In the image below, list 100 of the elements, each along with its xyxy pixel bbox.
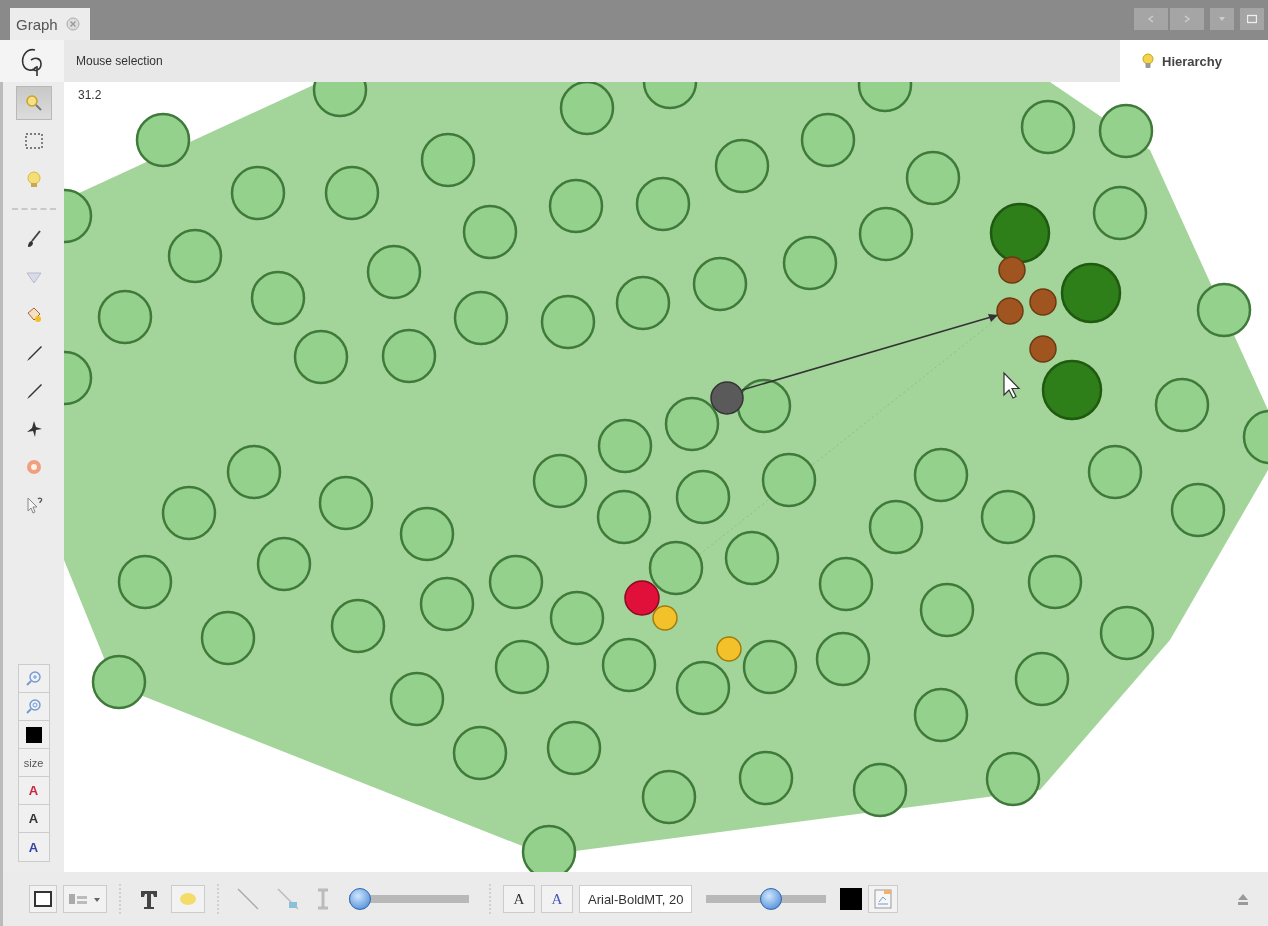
graph-node (905, 150, 961, 206)
graph-node (532, 453, 588, 509)
mouse-pointer-icon (1003, 371, 1021, 399)
rectangle-select-icon (23, 131, 44, 151)
zoom-in-button[interactable] (18, 665, 49, 693)
graph-node (64, 188, 93, 244)
layout-dropdown-button[interactable] (63, 885, 107, 913)
graph-node (494, 639, 550, 695)
graph-node (1154, 377, 1210, 433)
graph-node (996, 297, 1024, 325)
font-selector[interactable]: Arial-BoldMT, 20 (579, 885, 693, 913)
graph-node (1029, 288, 1057, 316)
text-cursor-icon (315, 887, 331, 911)
label-button[interactable]: A (18, 777, 49, 805)
graph-node (161, 485, 217, 541)
graph-node (1020, 99, 1076, 155)
eject-icon (1236, 892, 1250, 906)
graph-node (913, 687, 969, 743)
graph-node (1027, 554, 1083, 610)
graph-node (226, 444, 282, 500)
graph-node (559, 82, 615, 136)
graph-node (521, 824, 577, 872)
graph-node (738, 750, 794, 806)
graph-node (330, 598, 386, 654)
scroll-left-icon[interactable] (1146, 14, 1156, 24)
graph-node (852, 762, 908, 818)
graph-node (318, 475, 374, 531)
slider-thumb[interactable] (349, 888, 371, 910)
graph-node (815, 631, 871, 687)
graph-node (597, 418, 653, 474)
scroll-right-icon[interactable] (1182, 14, 1192, 24)
graph-node (1242, 409, 1268, 465)
export-button[interactable] (868, 885, 899, 913)
graph-node (546, 720, 602, 776)
edge-icon (235, 886, 261, 912)
graph-node (761, 452, 817, 508)
graph-node (985, 751, 1041, 807)
graph-node (135, 112, 191, 168)
graph-node (312, 82, 368, 118)
graph-node (453, 290, 509, 346)
scroll-right-button[interactable] (1170, 8, 1204, 30)
graph-node (858, 206, 914, 262)
graph-node (818, 556, 874, 612)
graph-node (540, 294, 596, 350)
graph-tab[interactable]: Graph (10, 8, 90, 40)
graph-node (389, 671, 445, 727)
graph-node (91, 654, 147, 710)
graph-node (488, 554, 544, 610)
slider-thumb[interactable] (760, 888, 783, 910)
graph-node (1196, 282, 1252, 338)
graph-node (462, 204, 518, 260)
graph-node (293, 329, 349, 385)
graph-node (596, 489, 652, 545)
graph-node (64, 350, 93, 406)
layout-dropdown-icon (68, 891, 102, 907)
graph-node (230, 165, 286, 221)
color-swatch[interactable] (840, 888, 863, 910)
maximize-icon[interactable] (1247, 14, 1257, 24)
graph-node (419, 576, 475, 632)
maximize-button[interactable] (1240, 8, 1264, 30)
font-button[interactable]: A (541, 885, 573, 913)
graph-node (200, 610, 256, 666)
graph-node (1060, 262, 1122, 324)
graph-node (675, 469, 731, 525)
close-icon[interactable] (65, 17, 80, 31)
graph-node (642, 82, 698, 110)
scroll-left-button[interactable] (1134, 8, 1168, 30)
label-button[interactable]: A (18, 833, 49, 861)
font-button[interactable]: A (503, 885, 535, 913)
graph-node (868, 499, 924, 555)
graph-node (366, 244, 422, 300)
magnifier-tool[interactable] (15, 86, 52, 120)
graph-node (1092, 185, 1148, 241)
magnifier-icon (23, 93, 44, 113)
graph-node (1014, 651, 1070, 707)
label-button[interactable]: size (18, 749, 49, 777)
graph-node (635, 176, 691, 232)
graph-node (256, 536, 312, 592)
graph-node (724, 530, 780, 586)
graph-node (1098, 103, 1154, 159)
export-icon (873, 888, 894, 910)
color-button[interactable] (18, 721, 49, 749)
graph-node (420, 132, 476, 188)
graph-node (714, 138, 770, 194)
zoom-level: 31.2 (78, 88, 102, 102)
graph-node (548, 178, 604, 234)
graph-node (913, 447, 969, 503)
graph-node (919, 582, 975, 638)
hierarchy-button[interactable]: Hierarchy (1120, 40, 1268, 82)
graph-node (549, 590, 605, 646)
graph-node (399, 506, 455, 562)
mode-label: Mouse selection (76, 54, 164, 68)
frame-button[interactable] (29, 885, 57, 913)
label-button[interactable]: A (18, 805, 49, 833)
graph-node (97, 289, 153, 345)
frame-icon (34, 891, 52, 907)
graph-node (1087, 444, 1143, 500)
dropdown-button[interactable] (1210, 8, 1234, 30)
highlight-button[interactable] (171, 885, 205, 913)
graph-node (324, 165, 380, 221)
